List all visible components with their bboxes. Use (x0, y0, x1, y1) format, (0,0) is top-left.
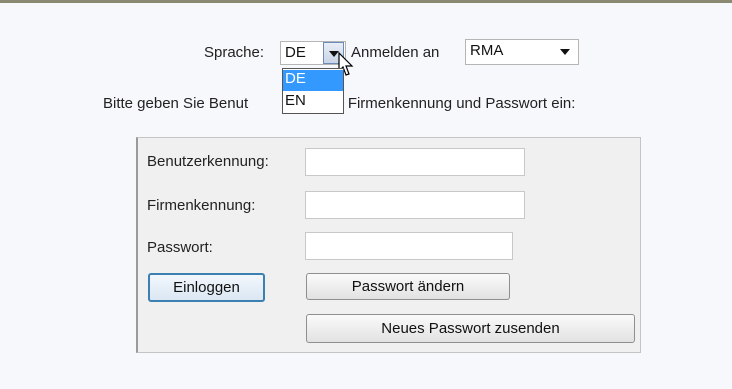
username-label: Benutzerkennung: (147, 153, 269, 170)
top-border (0, 0, 732, 3)
language-label: Sprache: (204, 44, 265, 61)
language-row: Sprache: DE Anmelden an RMA (0, 39, 732, 67)
change-password-button[interactable]: Passwort ändern (306, 273, 510, 300)
language-option-en[interactable]: EN (283, 92, 343, 113)
company-input[interactable] (305, 191, 525, 219)
login-button[interactable]: Einloggen (148, 273, 265, 302)
password-label: Passwort: (147, 239, 213, 256)
instruction-text-end: nung, Firmenkennung und Passwort ein: (306, 95, 576, 112)
chevron-down-icon (560, 49, 570, 55)
send-new-password-button[interactable]: Neues Passwort zusenden (306, 314, 635, 343)
company-label: Firmenkennung: (147, 197, 256, 214)
language-select-value: DE (285, 44, 306, 61)
language-option-de[interactable]: DE (283, 70, 343, 91)
username-input[interactable] (305, 148, 525, 176)
language-dropdown-list[interactable]: DE EN (282, 68, 344, 114)
instruction-text-start: Bitte geben Sie Benut (103, 95, 249, 112)
login-target-value: RMA (470, 42, 504, 59)
password-input[interactable] (305, 232, 513, 260)
login-target-select[interactable]: RMA (465, 39, 579, 65)
login-at-label: Anmelden an (351, 44, 440, 61)
login-panel: Benutzerkennung: Firmenkennung: Passwort… (136, 137, 641, 353)
